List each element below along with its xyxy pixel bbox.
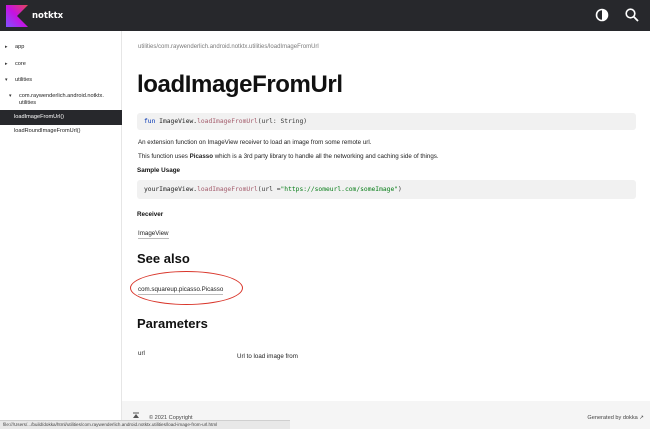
receiver-type[interactable]: ImageView. <box>159 118 197 125</box>
signature-params: (url: String) <box>257 118 308 125</box>
description-text: An extension function on ImageView recei… <box>138 139 372 146</box>
kotlin-logo[interactable] <box>4 3 30 29</box>
param-name: url <box>138 350 145 357</box>
chevron-down-icon[interactable]: ▾ <box>9 93 15 99</box>
code-open: (url = <box>257 186 281 193</box>
sidebar-item-package[interactable]: ▾ com.raywenderlich.android.notktx. util… <box>0 93 122 107</box>
generated-by-link[interactable]: Generated by dokka ↗ <box>587 415 644 421</box>
sidebar-item-label: utilities <box>15 77 33 83</box>
sidebar-item-label: loadRoundImageFromUrl() <box>14 128 81 134</box>
text-fragment: which is a 3rd party library to handle a… <box>212 153 439 160</box>
function-name: loadImageFromUrl <box>197 118 258 125</box>
picasso-emphasis: Picasso <box>189 153 213 160</box>
status-bar-url: file:///Users/.../build/dokka/html/utili… <box>0 420 290 429</box>
theme-toggle-icon[interactable] <box>594 7 610 23</box>
scroll-to-top-icon[interactable] <box>132 412 140 420</box>
receiver-heading: Receiver <box>137 211 164 218</box>
brand-name[interactable]: notktx <box>32 11 63 21</box>
breadcrumb[interactable]: utilities/com.raywenderlich.android.notk… <box>138 44 319 50</box>
sidebar-item-utilities[interactable]: ▾ utilities <box>0 77 122 84</box>
top-header: notktx <box>0 0 650 31</box>
main-content: utilities/com.raywenderlich.android.notk… <box>122 31 650 401</box>
sidebar-item-loadroundimagefromurl[interactable]: loadRoundImageFromUrl() <box>0 128 122 135</box>
sidebar-item-label: loadImageFromUrl() <box>14 114 65 120</box>
see-also-heading: See also <box>137 251 190 266</box>
parameters-heading: Parameters <box>137 316 208 331</box>
chevron-down-icon[interactable]: ▾ <box>5 77 11 83</box>
code-receiver: yourImageView. <box>144 186 198 193</box>
sidebar-item-label: core <box>15 61 26 67</box>
sidebar-item-core[interactable]: ▸ core <box>0 61 122 68</box>
sidebar-item-label: app <box>15 44 25 50</box>
chevron-right-icon[interactable]: ▸ <box>5 44 11 50</box>
highlight-annotation <box>130 271 243 305</box>
sidebar-navigation: ▸ app ▸ core ▾ utilities ▾ com.raywender… <box>0 31 122 429</box>
code-close: ) <box>398 186 402 193</box>
sidebar-item-app[interactable]: ▸ app <box>0 44 122 51</box>
page-title: loadImageFromUrl <box>137 71 343 98</box>
code-function: loadImageFromUrl <box>197 186 258 193</box>
code-string: "https://someurl.com/someImage" <box>280 186 399 193</box>
sidebar-item-loadimagefromurl[interactable]: loadImageFromUrl() <box>0 110 122 125</box>
receiver-link[interactable]: ImageView <box>138 230 169 239</box>
chevron-right-icon[interactable]: ▸ <box>5 61 11 67</box>
description-text-2: This function uses Picasso which is a 3r… <box>138 153 439 160</box>
sample-code-block: yourImageView. loadImageFromUrl (url = "ht… <box>137 180 636 199</box>
sample-usage-heading: Sample Usage <box>137 167 181 174</box>
search-icon[interactable] <box>624 7 640 23</box>
param-description: Url to load image from <box>237 353 298 360</box>
function-signature: fun ImageView. loadImageFromUrl (url: Stri… <box>137 113 636 130</box>
keyword: fun <box>144 118 156 125</box>
sidebar-item-label: com.raywenderlich.android.notktx. utilit… <box>19 93 104 106</box>
text-fragment: This function uses <box>138 153 190 160</box>
